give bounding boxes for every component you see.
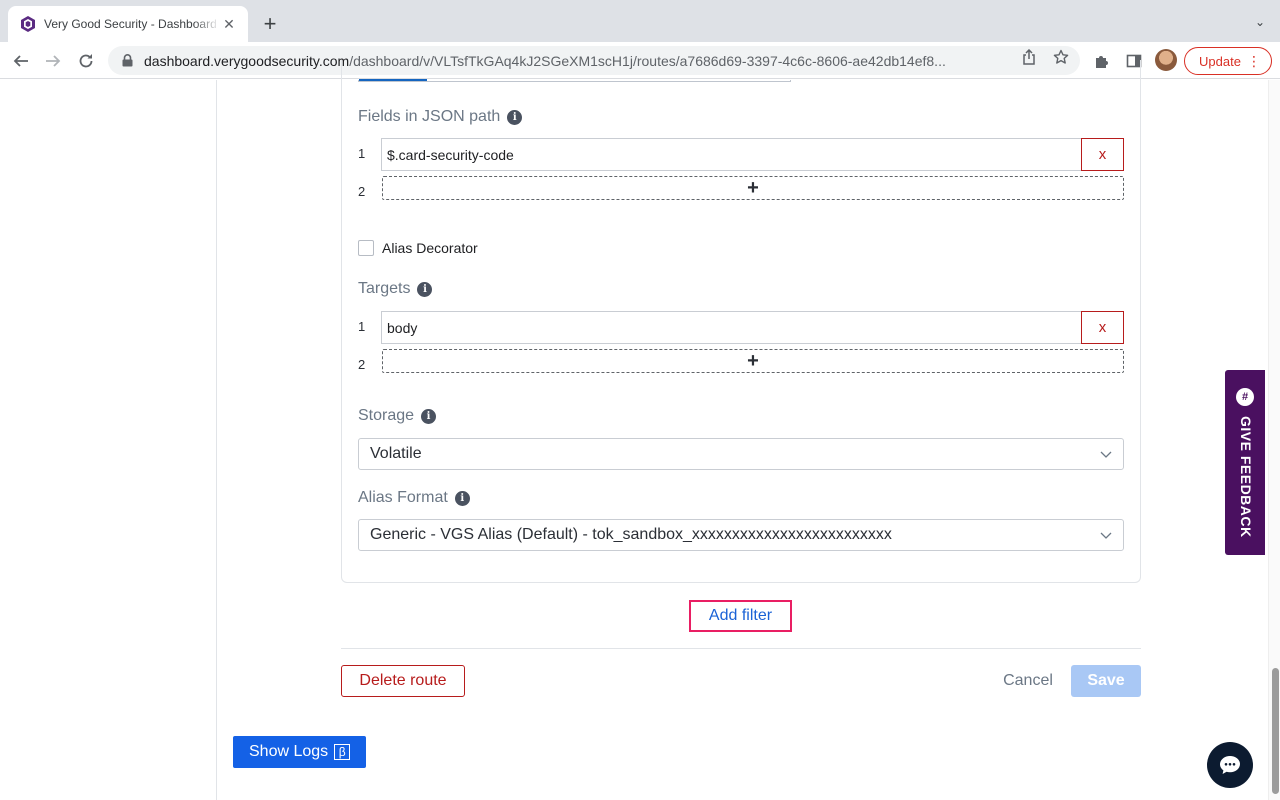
profile-avatar[interactable]: [1155, 49, 1177, 71]
remove-target-button[interactable]: x: [1081, 311, 1124, 344]
scrollbar-thumb[interactable]: [1272, 668, 1279, 794]
target-row-index: 1: [358, 319, 366, 334]
field-add-row-index: 2: [358, 184, 366, 199]
alias-decorator-label: Alias Decorator: [382, 240, 478, 256]
alias-format-select[interactable]: Generic - VGS Alias (Default) - tok_sand…: [358, 519, 1124, 551]
tab-search-chevron-icon[interactable]: ⌄: [1252, 14, 1268, 30]
feedback-hash-icon: #: [1236, 388, 1254, 406]
chevron-down-icon: [1100, 451, 1112, 458]
save-button[interactable]: Save: [1071, 665, 1141, 697]
remove-field-button[interactable]: x: [1081, 138, 1124, 171]
target-input[interactable]: body: [381, 311, 1081, 344]
give-feedback-tab[interactable]: # GIVE FEEDBACK: [1225, 370, 1265, 555]
add-target-button[interactable]: +: [382, 349, 1124, 373]
filter-tabs-edge: [358, 79, 791, 82]
give-feedback-label: GIVE FEEDBACK: [1238, 416, 1254, 538]
chat-support-icon[interactable]: [1207, 742, 1253, 788]
cancel-button[interactable]: Cancel: [997, 665, 1059, 697]
vgs-favicon-icon: [20, 16, 36, 32]
new-tab-icon[interactable]: +: [258, 12, 282, 36]
back-arrow-icon[interactable]: [8, 48, 34, 74]
update-label: Update: [1199, 53, 1241, 69]
show-logs-button[interactable]: Show Logs β: [233, 736, 366, 768]
plus-icon: +: [747, 349, 759, 372]
storage-value: Volatile: [370, 445, 422, 462]
targets-label: Targets i: [358, 280, 433, 298]
page-scrollbar[interactable]: [1268, 80, 1280, 800]
reload-icon[interactable]: [73, 48, 99, 74]
add-filter-button[interactable]: Add filter: [689, 600, 792, 632]
plus-icon: +: [747, 176, 759, 199]
alias-format-value: Generic - VGS Alias (Default) - tok_sand…: [370, 526, 892, 543]
forward-arrow-icon[interactable]: [40, 48, 66, 74]
info-icon[interactable]: i: [454, 490, 470, 506]
update-button[interactable]: Update ⋮: [1184, 47, 1272, 75]
alias-format-label: Alias Format i: [358, 489, 470, 507]
active-tab-indicator: [359, 79, 427, 81]
storage-label: Storage i: [358, 407, 437, 425]
alias-decorator-checkbox[interactable]: [358, 240, 374, 256]
lock-icon: [120, 54, 134, 68]
page-content: Fields in JSON path i 1 $.card-security-…: [0, 60, 1280, 800]
field-row-index: 1: [358, 146, 366, 161]
beta-badge: β: [334, 744, 351, 760]
chevron-down-icon: [1100, 532, 1112, 539]
tab-close-icon[interactable]: ✕: [220, 15, 238, 33]
json-path-field-input[interactable]: $.card-security-code: [381, 138, 1081, 171]
tab-title: Very Good Security - Dashboard: [44, 17, 217, 31]
alias-decorator-option[interactable]: Alias Decorator: [358, 240, 478, 256]
info-icon[interactable]: i: [507, 109, 523, 125]
target-add-row-index: 2: [358, 357, 366, 372]
browser-tab[interactable]: Very Good Security - Dashboard ✕: [8, 6, 248, 42]
info-icon[interactable]: i: [421, 408, 437, 424]
delete-route-button[interactable]: Delete route: [341, 665, 465, 697]
info-icon[interactable]: i: [417, 281, 433, 297]
show-logs-label: Show Logs: [249, 743, 329, 760]
browser-tab-strip: Very Good Security - Dashboard ✕ + ⌄: [0, 0, 1280, 42]
storage-select[interactable]: Volatile: [358, 438, 1124, 470]
kebab-menu-icon[interactable]: ⋮: [1247, 52, 1261, 70]
sidebar-divider: [216, 80, 217, 800]
actions-divider: [341, 648, 1141, 649]
fields-json-path-label: Fields in JSON path i: [358, 108, 523, 126]
add-field-button[interactable]: +: [382, 176, 1124, 200]
